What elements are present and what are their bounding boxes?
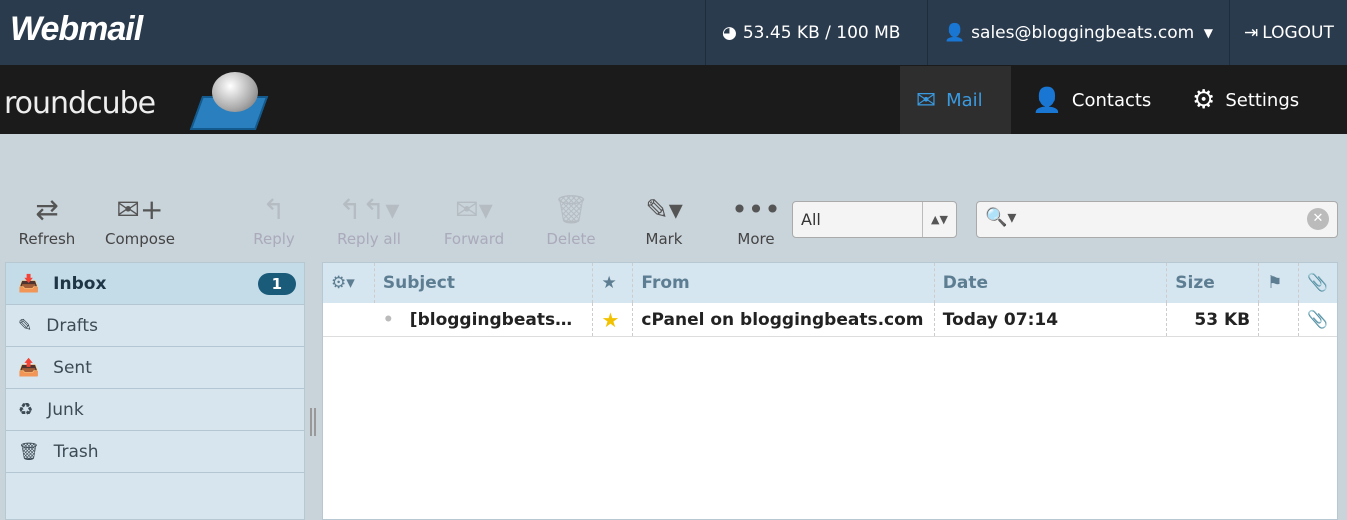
nav-label: Mail (946, 89, 983, 111)
flag-column-icon[interactable]: ⚑ (1259, 263, 1300, 303)
splitter-handle[interactable] (310, 408, 316, 436)
gear-icon: ⚙ (1192, 85, 1216, 115)
search-icon[interactable]: 🔍▾ (985, 207, 1016, 228)
attachment-column-icon[interactable]: 📎 (1299, 263, 1337, 303)
list-header: ⚙▾ Subject ★ From Date Size ⚑ 📎 (323, 263, 1337, 303)
mark-label: Mark (645, 230, 683, 248)
folder-junk[interactable]: ♻ Junk (6, 389, 304, 431)
nav-label: Settings (1225, 89, 1300, 111)
compose-icon: ✉+ (116, 193, 164, 226)
column-date[interactable]: Date (935, 263, 1168, 303)
folder-label: Drafts (46, 315, 98, 336)
message-list: ⚙▾ Subject ★ From Date Size ⚑ 📎 • [bloggi… (322, 262, 1338, 520)
pencil-icon: ✎ (18, 315, 33, 336)
pen-icon: ✎▾ (645, 193, 683, 226)
compose-button[interactable]: ✉+ Compose (100, 190, 180, 248)
flag-toggle[interactable] (1259, 303, 1300, 336)
unread-count-badge: 1 (257, 272, 296, 295)
reply-icon: ↰ (262, 193, 286, 226)
junk-icon: ♻ (18, 399, 34, 420)
compose-label: Compose (104, 230, 175, 248)
trash-icon: 🗑 (553, 193, 589, 226)
unread-dot-icon: • (382, 309, 394, 330)
message-date: Today 07:14 (935, 303, 1168, 336)
refresh-icon: ⇄ (35, 193, 59, 226)
row-spacer (323, 303, 375, 336)
folder-inbox[interactable]: 📥 Inbox 1 (6, 263, 304, 305)
nav-contacts[interactable]: 👤 Contacts (1016, 66, 1167, 134)
reply-label: Reply (253, 230, 295, 248)
folder-drafts[interactable]: ✎ Drafts (6, 305, 304, 347)
person-icon: 👤 (1032, 86, 1062, 114)
forward-icon: ✉▾ (455, 193, 493, 226)
attachment-icon: 📎 (1307, 309, 1329, 330)
trash-icon: 🗑 (18, 441, 40, 462)
flag-column-star-icon[interactable]: ★ (593, 263, 634, 303)
search-input[interactable] (1027, 206, 1297, 233)
folder-label: Inbox (53, 273, 107, 294)
inbox-icon: 📥 (18, 273, 40, 294)
filter-select[interactable]: All ▲▼ (792, 201, 957, 238)
folder-label: Junk (47, 399, 84, 420)
nav-label: Contacts (1071, 89, 1152, 111)
delete-button[interactable]: 🗑 Delete (531, 190, 611, 248)
delete-label: Delete (546, 230, 596, 248)
more-icon: ••• (731, 193, 781, 226)
quota-text: 53.45 KB / 100 MB (742, 22, 901, 43)
column-subject[interactable]: Subject (375, 263, 594, 303)
star-icon[interactable]: ★ (593, 303, 634, 336)
refresh-button[interactable]: ⇄ Refresh (7, 190, 87, 248)
sent-icon: 📤 (18, 357, 40, 378)
roundcube-logo: roundcube (4, 86, 156, 121)
folder-sent[interactable]: 📤 Sent (6, 347, 304, 389)
list-options-icon[interactable]: ⚙▾ (323, 263, 375, 303)
reply-all-button[interactable]: ↰↰▾ Reply all (324, 190, 414, 248)
folder-trash[interactable]: 🗑 Trash (6, 431, 304, 473)
reply-all-icon: ↰↰▾ (338, 193, 400, 226)
refresh-label: Refresh (18, 230, 76, 248)
logout-button[interactable]: ⇥ LOGOUT (1229, 0, 1347, 65)
caret-down-icon: ▼ (1203, 25, 1213, 40)
more-label: More (737, 230, 775, 248)
mark-button[interactable]: ✎▾ Mark (624, 190, 704, 248)
quota-indicator: ◕ 53.45 KB / 100 MB (705, 0, 927, 65)
forward-label: Forward (443, 230, 505, 248)
webmail-logo: Webmail (10, 10, 143, 48)
user-icon: 👤 (944, 22, 966, 43)
search-box[interactable]: 🔍▾ ✕ (976, 201, 1338, 238)
column-from[interactable]: From (633, 263, 935, 303)
filter-value: All (801, 210, 821, 229)
user-email: sales@bloggingbeats.com (971, 22, 1195, 43)
nav-settings[interactable]: ⚙ Settings (1176, 66, 1315, 134)
select-arrows-icon: ▲▼ (922, 202, 956, 237)
webmail-header: Webmail ◕ 53.45 KB / 100 MB 👤 sales@bloggi… (0, 0, 1347, 65)
reply-all-label: Reply all (337, 230, 401, 248)
message-subject: • [bloggingbeats… (375, 303, 594, 336)
subject-text: [bloggingbeats… (409, 309, 573, 330)
roundcube-ball-logo (212, 72, 258, 112)
message-size: 53 KB (1167, 303, 1260, 336)
folder-label: Sent (53, 357, 92, 378)
folder-label: Trash (53, 441, 99, 462)
clear-search-icon[interactable]: ✕ (1307, 208, 1329, 230)
nav-mail[interactable]: ✉ Mail (900, 66, 1011, 134)
more-button[interactable]: ••• More (716, 190, 796, 248)
message-from: cPanel on bloggingbeats.com (633, 303, 935, 336)
pie-chart-icon: ◕ (722, 22, 737, 43)
message-row[interactable]: • [bloggingbeats… ★ cPanel on bloggingbea… (323, 303, 1337, 337)
logout-label: LOGOUT (1262, 22, 1334, 43)
envelope-icon: ✉ (916, 86, 937, 114)
logout-icon: ⇥ (1244, 22, 1259, 43)
column-size[interactable]: Size (1167, 263, 1260, 303)
forward-button[interactable]: ✉▾ Forward (434, 190, 514, 248)
user-menu[interactable]: 👤 sales@bloggingbeats.com ▼ (927, 0, 1229, 65)
folder-list: 📥 Inbox 1 ✎ Drafts 📤 Sent ♻ Junk 🗑 Trash (5, 262, 305, 520)
reply-button[interactable]: ↰ Reply (234, 190, 314, 248)
